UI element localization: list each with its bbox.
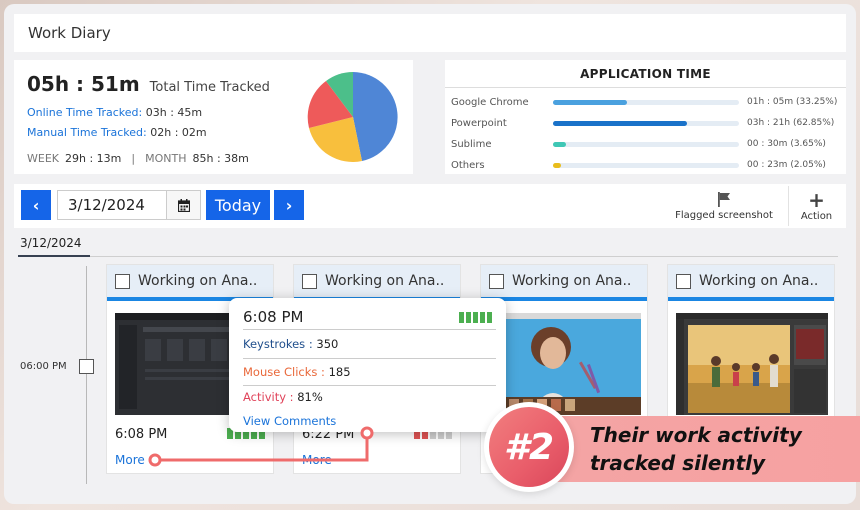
promo-line-1: Their work activity	[590, 423, 802, 447]
promo-badge: #2	[489, 407, 569, 487]
promo-badge-ring: #2	[484, 402, 574, 492]
promo-line-2: tracked silently	[590, 451, 766, 475]
promo-banner: Their work activity tracked silently	[554, 416, 860, 482]
